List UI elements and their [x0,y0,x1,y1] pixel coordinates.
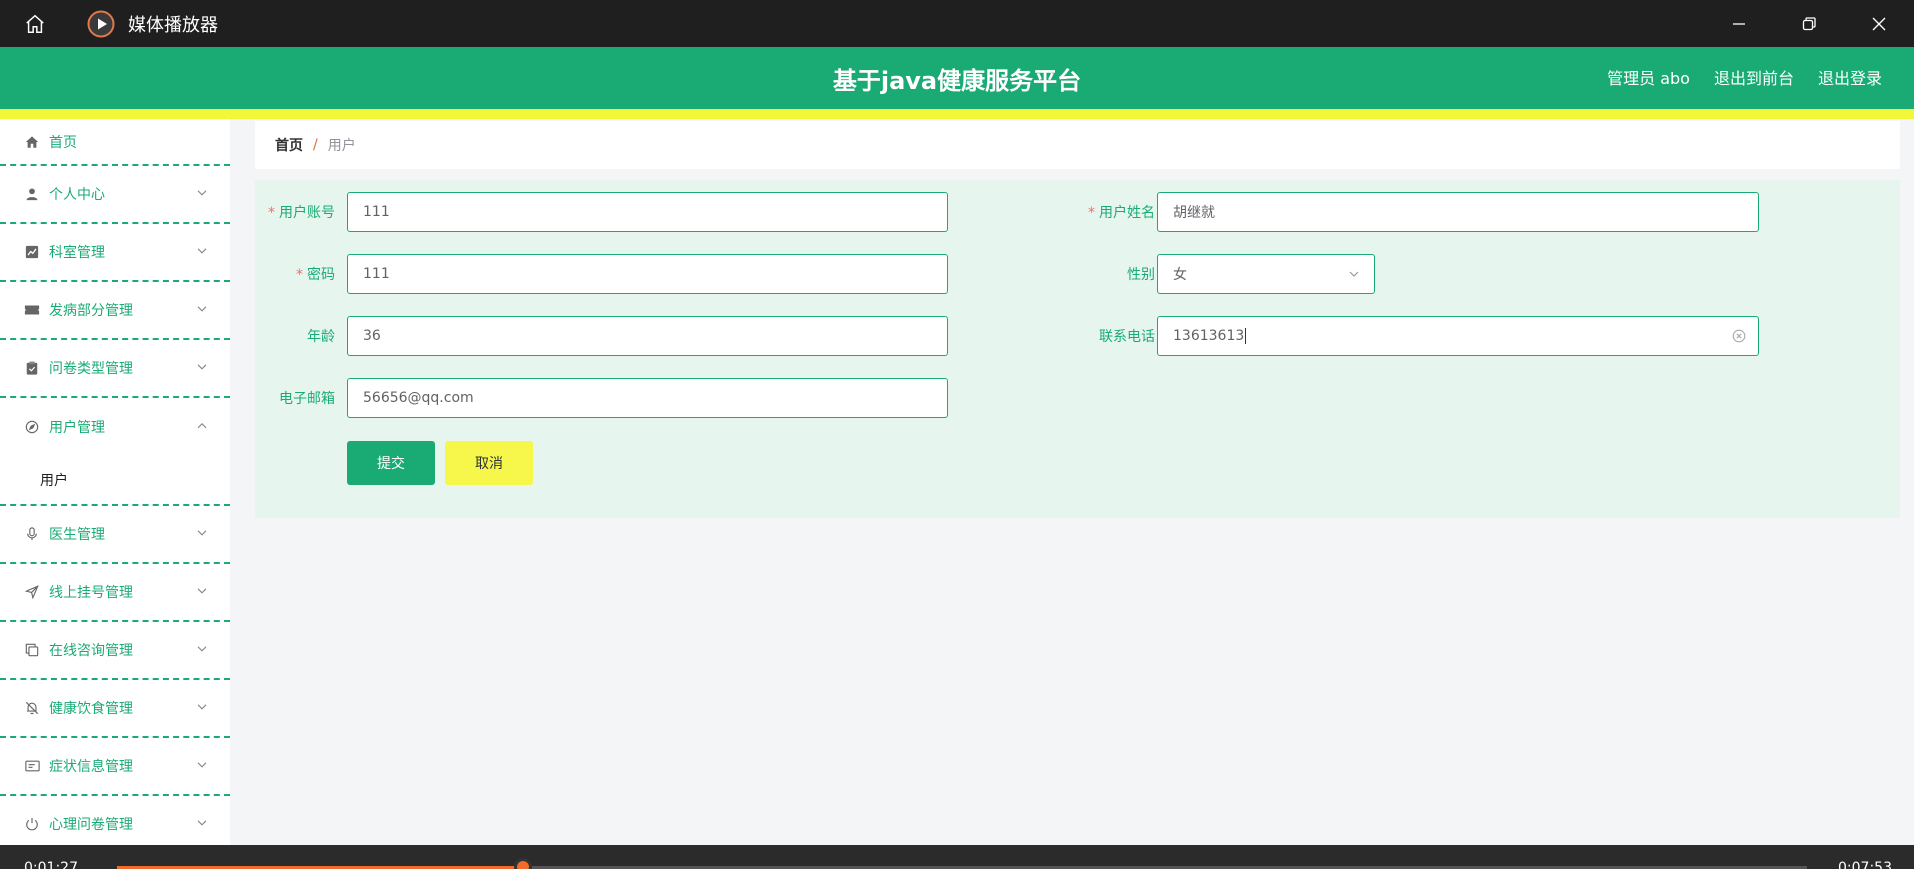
name-label: * 用户姓名 [1088,205,1155,221]
chart-icon [24,244,40,260]
sidebar-item-disease-part[interactable]: 发病部分管理 [0,282,230,340]
chevron-down-icon [196,527,208,539]
sidebar-item-personal-center[interactable]: 个人中心 [0,166,230,224]
gender-value: 女 [1173,267,1187,283]
sidebar-subitem-user[interactable]: 用户 [0,456,230,506]
submit-button[interactable]: 提交 [347,441,435,485]
password-label: * 密码 [296,267,335,283]
close-button[interactable] [1844,0,1914,47]
player-title-bar: 媒体播放器 [0,0,1914,47]
email-label: 电子邮箱 [279,391,335,407]
sidebar-item-label: 用户管理 [49,420,105,436]
home-icon[interactable] [17,6,53,42]
power-icon [24,816,40,832]
chevron-down-icon [196,245,208,257]
send-icon [24,584,40,600]
breadcrumb-current: 用户 [327,138,356,154]
sidebar-item-label: 发病部分管理 [49,303,133,319]
age-input[interactable]: 36 [347,316,948,356]
copy-icon [24,642,40,658]
compass-icon [24,419,40,435]
user-form: * 用户账号 111 * 用户姓名 胡继就 * 密码 111 性别 女 年龄 36 联… [255,180,1900,518]
clear-icon[interactable] [1732,329,1746,343]
restore-button[interactable] [1774,0,1844,47]
gender-label: 性别 [1127,267,1155,283]
bell-off-icon [24,700,40,716]
password-input[interactable]: 111 [347,254,948,294]
chevron-down-icon [1348,268,1362,282]
sidebar-item-label: 症状信息管理 [49,759,133,775]
time-elapsed: 0:01:27 [24,860,78,869]
sidebar-item-online-consult[interactable]: 在线咨询管理 [0,622,230,680]
sidebar-item-department[interactable]: 科室管理 [0,224,230,282]
sidebar-item-label: 首页 [49,134,77,151]
app-header: 基于java健康服务平台 管理员 abo 退出到前台 退出登录 [0,47,1914,119]
sidebar-item-label: 健康饮食管理 [49,701,133,717]
logout-link[interactable]: 退出登录 [1818,65,1882,89]
age-label: 年龄 [307,329,335,345]
header-accent-strip [0,109,1914,119]
sidebar-item-symptom-info[interactable]: 症状信息管理 [0,738,230,796]
chevron-down-icon [196,701,208,713]
sidebar-item-label: 问卷类型管理 [49,361,133,377]
player-control-bar: 0:01:27 0:07:53 [0,845,1914,869]
sidebar-item-label: 在线咨询管理 [49,643,133,659]
exit-to-front-link[interactable]: 退出到前台 [1714,65,1794,89]
sidebar-item-label: 个人中心 [49,187,105,203]
name-input[interactable]: 胡继就 [1157,192,1759,232]
cancel-button[interactable]: 取消 [445,441,533,485]
account-label: * 用户账号 [268,205,335,221]
sidebar-item-questionnaire-type[interactable]: 问卷类型管理 [0,340,230,398]
chevron-down-icon [196,303,208,315]
sidebar-item-online-registration[interactable]: 线上挂号管理 [0,564,230,622]
phone-input[interactable]: 13613613 [1157,316,1759,356]
sidebar-item-psych-questionnaire[interactable]: 心理问卷管理 [0,796,230,847]
sidebar-item-label: 心理问卷管理 [49,817,133,833]
chevron-down-icon [196,817,208,829]
time-total: 0:07:53 [1838,860,1892,869]
sidebar-item-label: 用户 [40,473,68,489]
sidebar-item-healthy-diet[interactable]: 健康饮食管理 [0,680,230,738]
gender-select[interactable]: 女 [1157,254,1375,294]
text-cursor [1245,328,1247,344]
microphone-icon [24,526,40,542]
chevron-up-icon [196,420,208,432]
phone-label: 联系电话 [1099,329,1155,345]
seek-handle[interactable] [513,858,532,869]
ticket-icon [24,302,40,318]
sidebar-item-doctor[interactable]: 医生管理 [0,506,230,564]
id-card-icon [24,758,40,774]
clipboard-icon [24,360,40,376]
phone-value: 13613613 [1173,328,1245,344]
sidebar-item-user-management[interactable]: 用户管理 [0,398,230,456]
chevron-down-icon [196,759,208,771]
player-title: 媒体播放器 [128,14,218,36]
admin-username: 管理员 abo [1607,69,1690,88]
account-input[interactable]: 111 [347,192,948,232]
sidebar-item-home[interactable]: 首页 [0,119,230,166]
chevron-down-icon [196,361,208,373]
media-player-logo-icon [86,9,116,39]
sidebar-item-label: 医生管理 [49,527,105,543]
breadcrumb-home[interactable]: 首页 [275,135,303,155]
sidebar: 首页 个人中心 科室管理 发病部分管理 问卷类型管理 用户管理 用户 医生管理 … [0,119,230,847]
email-input[interactable]: 56656@qq.com [347,378,948,418]
home-icon [24,134,40,150]
user-icon [24,186,40,202]
breadcrumb-separator: / [313,137,318,153]
chevron-down-icon [196,187,208,199]
minimize-button[interactable] [1704,0,1774,47]
sidebar-item-label: 线上挂号管理 [49,585,133,601]
chevron-down-icon [196,643,208,655]
sidebar-item-label: 科室管理 [49,245,105,261]
chevron-down-icon [196,585,208,597]
breadcrumb: 首页 / 用户 [255,121,1900,169]
